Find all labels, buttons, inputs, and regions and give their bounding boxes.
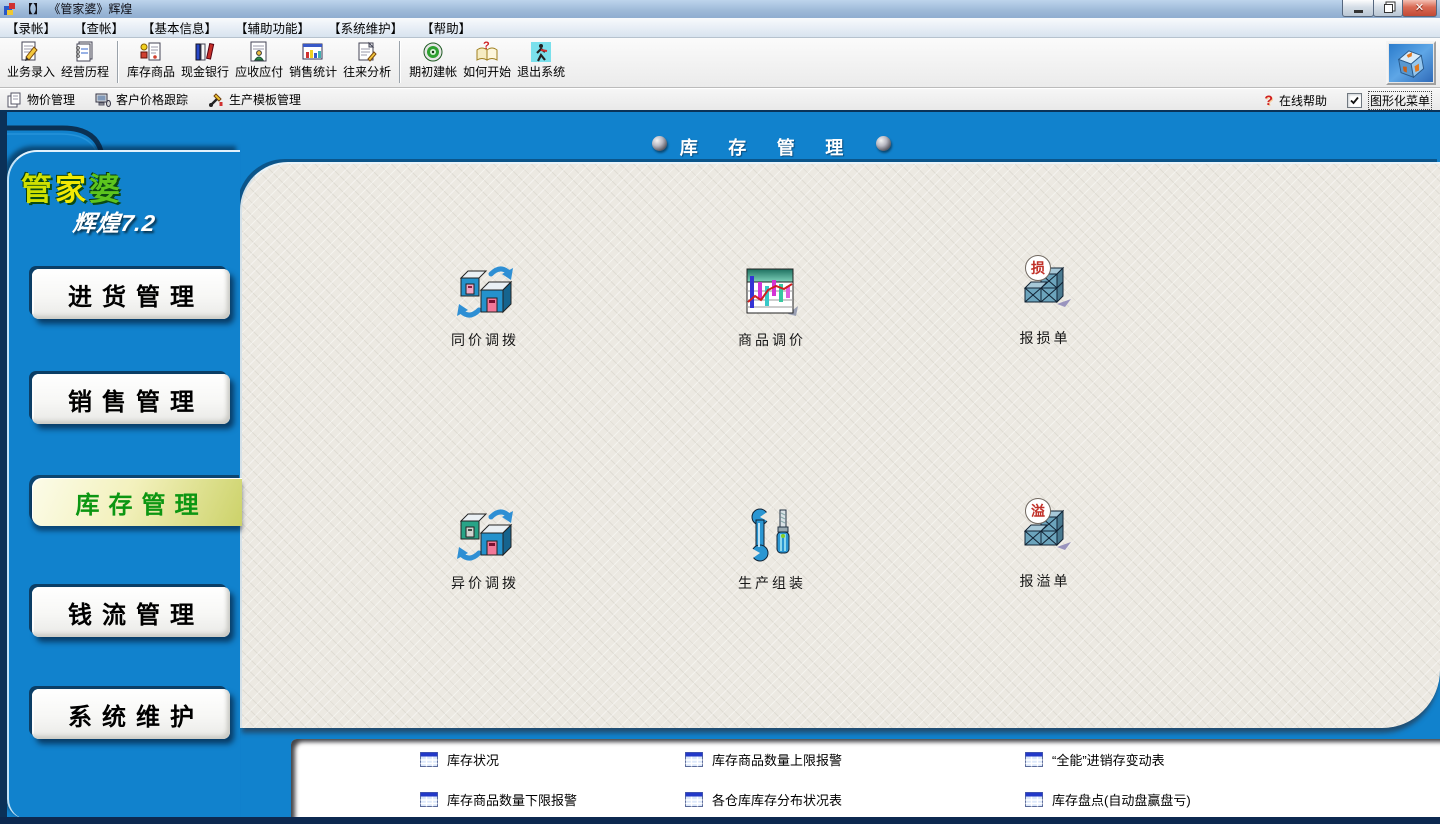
customer-price-tracking-icon [95, 92, 111, 108]
icon-goods-price-adjust[interactable]: 商品调价 [702, 264, 842, 350]
link-almighty-change-table[interactable]: “全能”进销存变动表 [1025, 750, 1165, 769]
toolbar-business-history[interactable]: 经营历程 [58, 40, 112, 80]
icon-loss-report[interactable]: 损 报损单 [975, 262, 1115, 348]
app-window: 【】 《管家婆》辉煌 ✕ 【录帐】 【查帐】 【基本信息】 【辅助功能】 【系统… [0, 0, 1440, 824]
close-icon: ✕ [1415, 1, 1424, 15]
icon-same-price-transfer[interactable]: 同价调拨 [415, 264, 555, 350]
toolbar-cash-bank[interactable]: 现金银行 [178, 40, 232, 80]
icon-overflow-report[interactable]: 溢 报溢单 [975, 505, 1115, 591]
stock-goods-icon [139, 40, 163, 64]
receivable-payable-icon [247, 40, 271, 64]
toolbar-sales-statistics[interactable]: 销售统计 [286, 40, 340, 80]
menu-aux-功能[interactable]: 【辅助功能】 [235, 18, 310, 37]
graphic-menu-checkbox[interactable] [1347, 93, 1362, 108]
menu-bar: 【录帐】 【查帐】 【基本信息】 【辅助功能】 【系统维护】 【帮助】 [0, 18, 1440, 38]
restore-icon [1384, 4, 1393, 13]
exit-system-icon [529, 40, 553, 64]
production-assembly-icon [744, 507, 800, 563]
toolbar-receivable-payable[interactable]: 应收应付 [232, 40, 286, 80]
toolbar2-right-group: ? 在线帮助 图形化菜单 [1264, 89, 1432, 111]
menu-help[interactable]: 【帮助】 [421, 18, 471, 37]
title-bar: 【】 《管家婆》辉煌 ✕ [0, 0, 1440, 19]
link-stock-status[interactable]: 库存状况 [420, 750, 499, 769]
online-help-link[interactable]: 在线帮助 [1279, 92, 1327, 109]
bottom-edge-strip [0, 817, 1440, 824]
price-management-icon [6, 92, 22, 108]
link-stock-lower-limit-alarm[interactable]: 库存商品数量下限报警 [420, 790, 577, 809]
sidebar-item-cashflow[interactable]: 钱流管理 [32, 587, 230, 637]
table-icon [420, 752, 438, 767]
icon-diff-price-transfer[interactable]: 异价调拨 [415, 507, 555, 593]
sidebar-panel: 管家婆 辉煌7.2 进货管理 销售管理 库存管理 钱流管理 系统维护 [7, 150, 240, 819]
sphere-bullet-icon [652, 136, 667, 151]
close-button[interactable]: ✕ [1402, 0, 1437, 17]
menu-check[interactable]: 【查帐】 [74, 18, 124, 37]
checkmark-icon [1349, 95, 1360, 106]
production-template-icon [208, 92, 224, 108]
link-stock-taking[interactable]: 库存盘点(自动盘赢盘亏) [1025, 790, 1191, 809]
main-area: 库 存 管 理 同价调拨 商品调价 损 报损单 异价调拨 [0, 110, 1440, 824]
business-history-icon [73, 40, 97, 64]
minimize-icon [1354, 10, 1363, 13]
toolbar-how-to-start[interactable]: ? 如何开始 [460, 40, 514, 80]
table-icon [685, 752, 703, 767]
menu-record[interactable]: 【录帐】 [6, 18, 56, 37]
secondary-toolbar: 物价管理 客户价格跟踪 生产模板管理 ? 在线帮助 [0, 88, 1440, 110]
toolbar-exit-system[interactable]: 退出系统 [514, 40, 568, 80]
table-icon [685, 792, 703, 807]
sphere-bullet-icon [876, 136, 891, 151]
toolbar-price-management[interactable]: 物价管理 [6, 91, 75, 108]
toolbar-stock-goods[interactable]: 库存商品 [124, 40, 178, 80]
same-price-transfer-icon [457, 264, 513, 320]
how-to-start-icon: ? [475, 40, 499, 64]
graphic-menu-label[interactable]: 图形化菜单 [1368, 91, 1432, 110]
cube-logo-button[interactable] [1386, 41, 1436, 85]
left-edge-strip [0, 112, 7, 824]
icon-production-assembly[interactable]: 生产组装 [702, 507, 842, 593]
goods-price-adjust-icon [744, 264, 800, 320]
section-title: 库 存 管 理 [48, 134, 1440, 160]
table-icon [1025, 752, 1043, 767]
sidebar-item-system-maintain[interactable]: 系统维护 [32, 689, 230, 739]
overflow-badge: 溢 [1025, 498, 1051, 524]
brand-logo: 管家婆 [21, 164, 123, 209]
svg-text:?: ? [483, 40, 490, 52]
menu-basic-info[interactable]: 【基本信息】 [142, 18, 217, 37]
link-stock-upper-limit-alarm[interactable]: 库存商品数量上限报警 [685, 750, 842, 769]
report-links-panel: 库存状况 库存商品数量上限报警 “全能”进销存变动表 库存商品数量下限报警 各仓… [291, 739, 1440, 820]
app-icon [3, 2, 17, 16]
main-toolbar: 业务录入 经营历程 库存商品 现金银 [0, 38, 1440, 88]
sidebar-item-inventory-selected[interactable]: 库存管理 [32, 478, 242, 526]
toolbar-production-template[interactable]: 生产模板管理 [208, 91, 301, 108]
table-icon [420, 792, 438, 807]
toolbar-customer-price-tracking[interactable]: 客户价格跟踪 [95, 91, 188, 108]
initial-setup-icon [421, 40, 445, 64]
help-question-icon: ? [1264, 92, 1273, 108]
sales-statistics-icon [301, 40, 325, 64]
loss-badge: 损 [1025, 255, 1051, 281]
business-entry-icon [19, 40, 43, 64]
brand-version: 辉煌7.2 [71, 204, 158, 238]
sidebar-item-purchase[interactable]: 进货管理 [32, 269, 230, 319]
sidebar-item-sales[interactable]: 销售管理 [32, 374, 230, 424]
cube-logo-icon [1389, 44, 1433, 82]
restore-button[interactable] [1373, 0, 1403, 17]
toolbar-separator [399, 41, 401, 83]
toolbar-separator [117, 41, 119, 83]
cash-bank-icon [193, 40, 217, 64]
diff-price-transfer-icon [457, 507, 513, 563]
table-icon [1025, 792, 1043, 807]
window-title: 【】 《管家婆》辉煌 [21, 0, 132, 18]
toolbar-business-entry[interactable]: 业务录入 [4, 40, 58, 80]
transaction-analysis-icon [355, 40, 379, 64]
content-panel: 同价调拨 商品调价 损 报损单 异价调拨 生产组装 [240, 162, 1440, 728]
minimize-button[interactable] [1342, 0, 1374, 17]
link-warehouse-distribution[interactable]: 各仓库库存分布状况表 [685, 790, 842, 809]
toolbar-initial-setup[interactable]: 期初建帐 [406, 40, 460, 80]
menu-system-maintain[interactable]: 【系统维护】 [328, 18, 403, 37]
toolbar-transaction-analysis[interactable]: 往来分析 [340, 40, 394, 80]
